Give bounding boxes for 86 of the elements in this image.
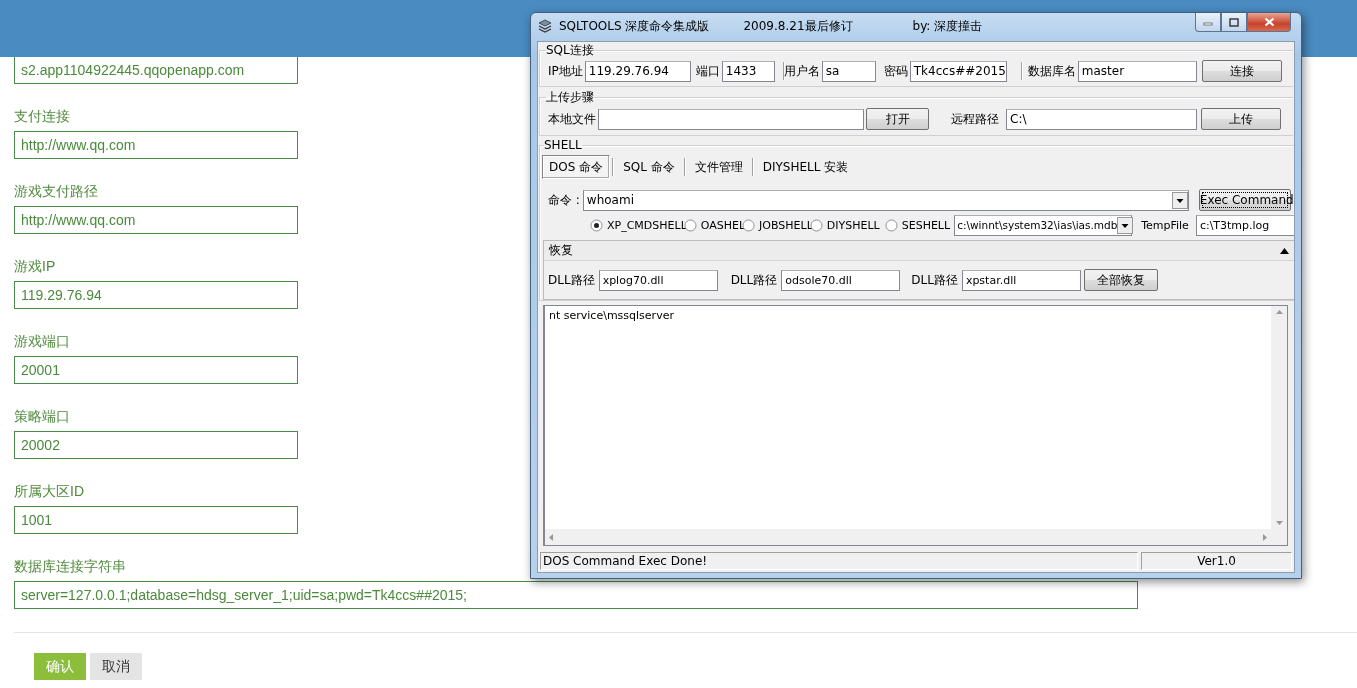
upload-button[interactable]: 上传 <box>1201 108 1281 131</box>
input-field[interactable]: 119.29.76.94 <box>584 60 691 82</box>
input-field[interactable]: server=127.0.0.1;database=hdsg_server_1;uid=sa;pwd=Tk4ccs##2015; <box>14 581 1138 609</box>
field-label: 数据库连接字符串 <box>14 557 126 575</box>
input-field[interactable]: c:\T3tmp.log <box>1195 215 1294 236</box>
exec-command-button[interactable]: Exec Command <box>1198 189 1291 212</box>
scroll-left-icon[interactable] <box>549 533 553 541</box>
input-field[interactable]: 20001 <box>14 356 298 384</box>
input-field[interactable]: Tk4ccs##2015 <box>909 60 1007 82</box>
version-text: Ver1.0 <box>1141 552 1292 570</box>
vertical-scrollbar[interactable] <box>1271 305 1287 529</box>
scroll-down-icon[interactable] <box>1275 521 1283 525</box>
connect-button[interactable]: 连接 <box>1201 60 1282 82</box>
field-label: 密码 <box>883 62 908 80</box>
scroll-up-icon[interactable] <box>1275 309 1283 314</box>
field-label: 所属大区ID <box>14 482 84 500</box>
field-label: DLL路径 <box>911 272 958 289</box>
radio-icon[interactable] <box>742 219 756 232</box>
maximize-icon <box>1229 17 1239 27</box>
radio-icon[interactable] <box>884 219 898 232</box>
field-label: IP地址 <box>548 62 583 80</box>
horizontal-scrollbar[interactable] <box>545 529 1271 545</box>
open-button[interactable]: 打开 <box>866 108 929 131</box>
cancel-button[interactable]: 取消 <box>90 653 142 680</box>
radio-option[interactable]: JOBSHELL <box>742 219 810 232</box>
field-label: 支付连接 <box>14 107 70 125</box>
tab[interactable]: SQL 命令 <box>616 155 682 180</box>
panel-title: 恢复 <box>549 242 573 260</box>
field-label: 用户名 <box>783 62 820 80</box>
tab[interactable]: DOS 命令 <box>542 155 611 180</box>
command-text: whoami <box>586 192 634 209</box>
tab[interactable]: 文件管理 <box>687 155 750 180</box>
input-field[interactable]: sa <box>821 60 876 82</box>
radio-option[interactable]: SESHELL <box>884 219 951 232</box>
command-combo-box[interactable]: whoami <box>582 190 1189 211</box>
revision-text: 2009.8.21最后修订 <box>743 17 853 35</box>
field-label: 游戏支付路径 <box>14 182 98 200</box>
database-path-text: c:\winnt\system32\ias\ias.mdb <box>957 218 1118 233</box>
radio-option[interactable]: OASHEL <box>683 219 743 232</box>
radio-option[interactable]: XP_CMDSHELL <box>590 219 684 232</box>
radio-option[interactable]: DIYSHELL <box>809 219 885 232</box>
input-field[interactable]: 1001 <box>14 506 298 534</box>
field-label: 游戏IP <box>14 257 56 275</box>
author-text: by: 深度撞击 <box>912 17 983 35</box>
database-path-combo-box[interactable]: c:\winnt\system32\ias\ias.mdb <box>954 215 1133 236</box>
field-label: 本地文件 <box>548 110 596 128</box>
field-label: 策略端口 <box>14 407 70 425</box>
close-icon <box>1263 17 1275 27</box>
input-field[interactable]: C:\ <box>1006 108 1197 130</box>
input-field[interactable] <box>598 108 864 130</box>
restore-all-button[interactable]: 全部恢复 <box>1083 269 1158 292</box>
input-field[interactable]: master <box>1077 60 1197 82</box>
input-field[interactable]: odsole70.dll <box>781 270 901 291</box>
input-field[interactable]: 1433 <box>721 60 775 82</box>
group-title: 上传步骤 <box>546 90 594 107</box>
dropdown-icon[interactable] <box>1117 217 1134 234</box>
input-field[interactable]: xplog70.dll <box>598 270 718 291</box>
input-field[interactable]: 20002 <box>14 431 298 459</box>
input-field[interactable]: s2.app1104922445.qqopenapp.com <box>14 56 298 84</box>
dropdown-icon[interactable] <box>1171 192 1188 209</box>
maximize-button[interactable] <box>1221 13 1247 32</box>
status-message: DOS Command Exec Done! <box>540 552 1138 570</box>
input-field[interactable]: 119.29.76.94 <box>14 281 298 309</box>
group-title: SQL连接 <box>546 43 594 59</box>
radio-selected-icon[interactable] <box>590 219 603 232</box>
minimize-button[interactable] <box>1195 13 1221 32</box>
field-label: 数据库名 <box>1027 62 1076 80</box>
input-field[interactable]: http://www.qq.com <box>14 131 298 159</box>
output-text: nt service\mssqlserver <box>548 307 675 324</box>
input-field[interactable]: http://www.qq.com <box>14 206 298 234</box>
close-button[interactable] <box>1247 13 1291 32</box>
input-field[interactable]: xpstar.dll <box>961 270 1081 291</box>
app-icon <box>537 18 553 34</box>
collapse-icon[interactable] <box>1279 248 1289 254</box>
scroll-right-icon[interactable] <box>1263 533 1267 541</box>
field-label: TempFile <box>1141 219 1189 232</box>
group-title: SHELL <box>544 139 582 153</box>
field-label: 远程路径 <box>951 110 999 128</box>
window-title: SQLTOOLS 深度命令集成版 <box>559 17 710 35</box>
field-label: DLL路径 <box>548 272 595 289</box>
field-label: 游戏端口 <box>14 332 70 350</box>
tab[interactable]: DIYSHELL 安装 <box>755 155 856 180</box>
field-label: DLL路径 <box>730 272 778 289</box>
field-label: 命令 : <box>548 192 580 209</box>
field-label: 端口 <box>695 62 720 80</box>
panel-header[interactable]: 恢复 <box>544 241 1294 262</box>
